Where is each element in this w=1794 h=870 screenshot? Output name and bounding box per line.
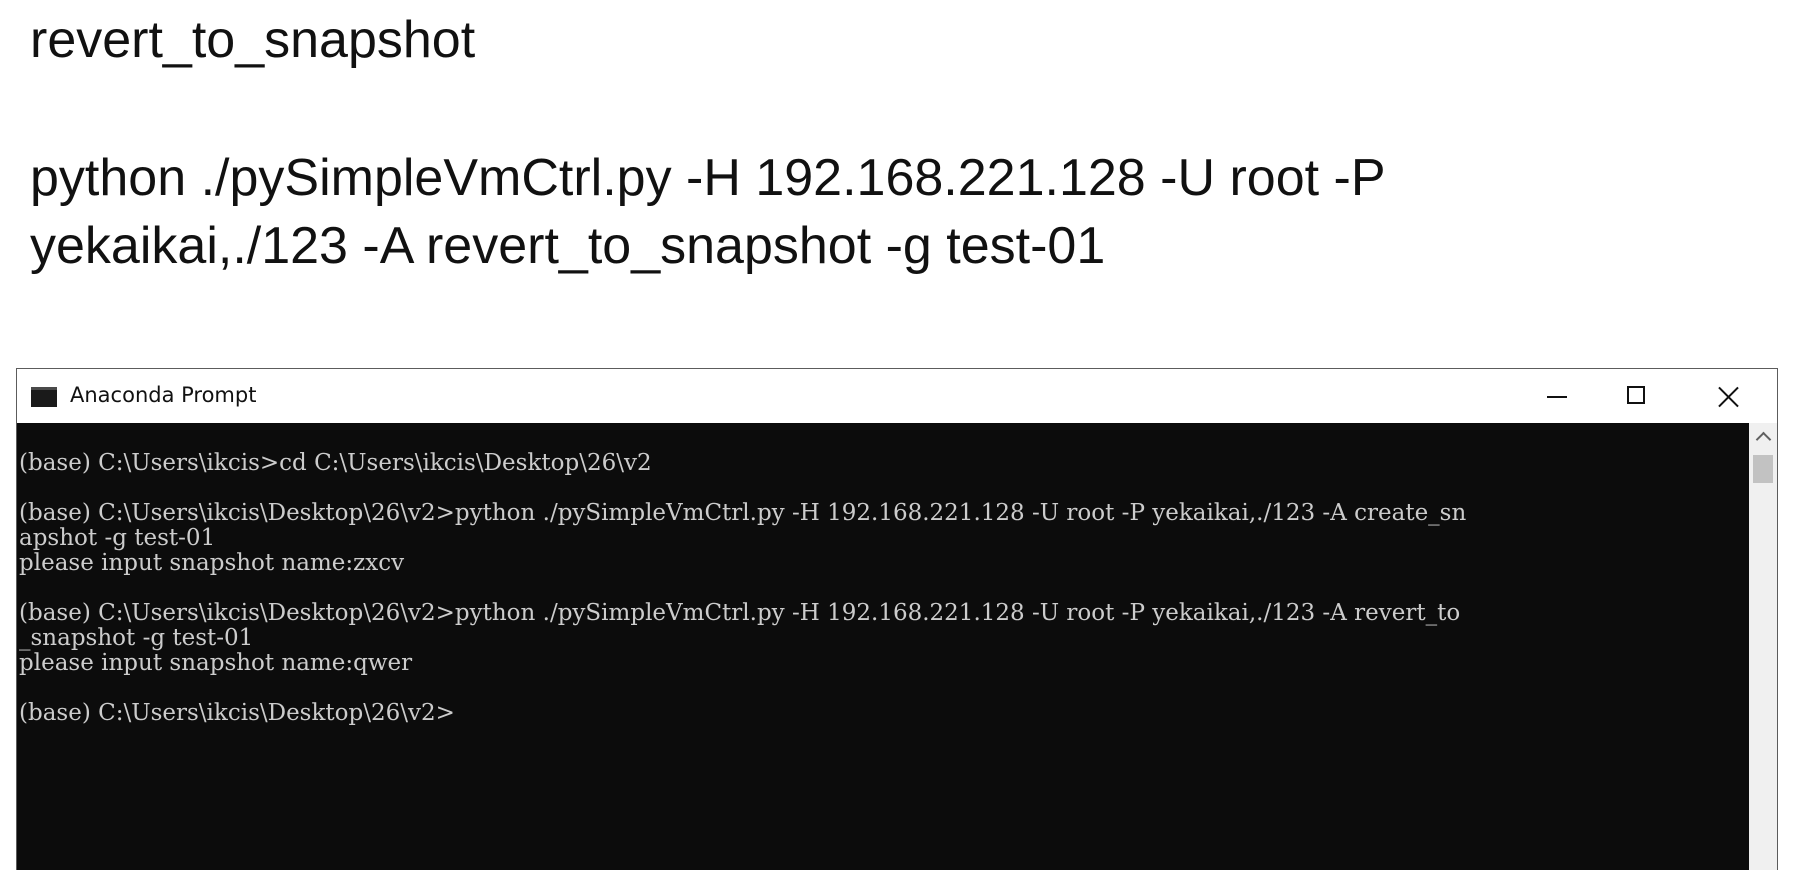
console-prompt-line: (base) C:\Users\ikcis\Desktop\26\v2> (19, 700, 455, 726)
scrollbar-thumb[interactable] (1753, 455, 1773, 483)
vertical-scrollbar[interactable] (1749, 423, 1777, 870)
window-title: Anaconda Prompt (70, 383, 257, 407)
console-output[interactable]: (base) C:\Users\ikcis>cd C:\Users\ikcis\… (17, 423, 1749, 870)
minimize-icon[interactable] (1517, 369, 1597, 423)
command-text-line-2: yekaikai,./123 -A revert_to_snapshot -g … (30, 217, 1106, 275)
console-line: please input snapshot name:zxcv (19, 550, 405, 576)
page-heading: revert_to_snapshot (30, 11, 476, 69)
console-line: (base) C:\Users\ikcis\Desktop\26\v2>pyth… (19, 500, 1467, 526)
console-line: please input snapshot name:qwer (19, 650, 413, 676)
console-icon (31, 387, 57, 407)
maximize-icon[interactable] (1597, 369, 1677, 423)
scroll-up-arrow-icon[interactable] (1749, 423, 1777, 449)
close-icon[interactable] (1687, 369, 1767, 423)
command-text-line-1: python ./pySimpleVmCtrl.py -H 192.168.22… (30, 149, 1386, 207)
console-line: (base) C:\Users\ikcis>cd C:\Users\ikcis\… (19, 450, 652, 476)
anaconda-prompt-window: Anaconda Prompt (base) C:\Users\ikcis>cd… (16, 368, 1778, 870)
window-titlebar[interactable]: Anaconda Prompt (17, 369, 1777, 423)
